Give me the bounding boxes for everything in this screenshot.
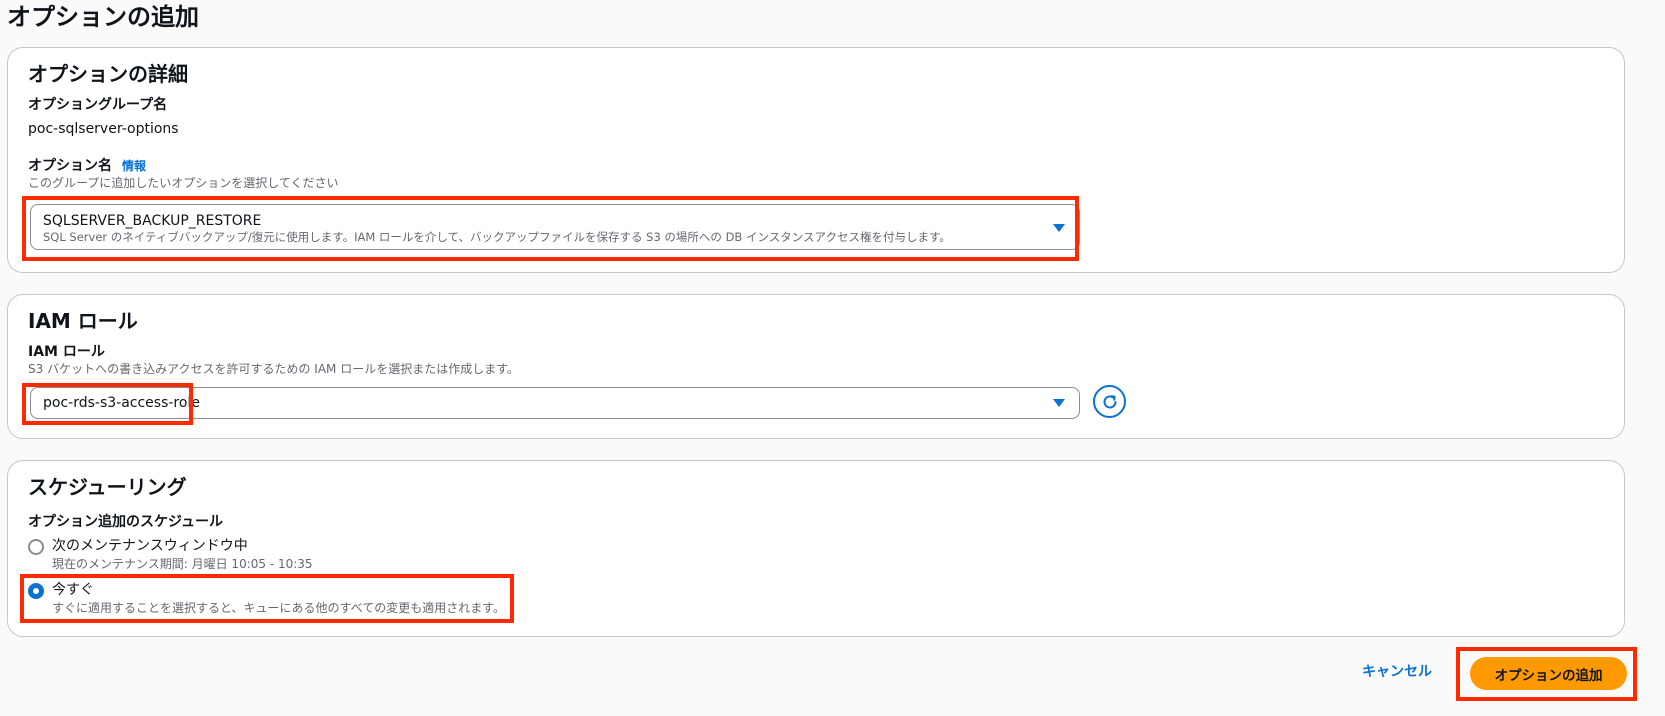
refresh-icon	[1103, 394, 1116, 408]
radio-next-maintenance-window[interactable]	[28, 539, 44, 555]
cancel-button[interactable]: キャンセル	[1362, 663, 1432, 681]
info-link[interactable]: 情報	[122, 159, 146, 173]
caret-down-icon	[1053, 224, 1065, 232]
iam-role-select[interactable]: poc-rds-s3-access-role	[30, 387, 1080, 419]
scheduling-heading: スケジューリング	[28, 475, 187, 499]
immediately-label[interactable]: 今すぐ	[52, 581, 94, 599]
immediately-description: すぐに適用することを選択すると、キューにある他のすべての変更も適用されます。	[52, 601, 506, 615]
schedule-label: オプション追加のスケジュール	[28, 514, 224, 530]
selected-iam-role: poc-rds-s3-access-role	[43, 395, 200, 411]
page-title: オプションの追加	[7, 3, 199, 31]
iam-role-heading: IAM ロール	[28, 309, 138, 333]
option-group-name-value: poc-sqlserver-options	[28, 121, 179, 137]
scheduling-panel: スケジューリング オプション追加のスケジュール 次のメンテナンスウィンドウ中 現…	[7, 460, 1625, 637]
selected-option-name: SQLSERVER_BACKUP_RESTORE	[43, 213, 262, 229]
iam-role-description: S3 バケットへの書き込みアクセスを許可するための IAM ロールを選択または作…	[28, 362, 520, 376]
option-details-panel: オプションの詳細 オプショングループ名 poc-sqlserver-option…	[7, 47, 1625, 273]
add-option-button[interactable]: オプションの追加	[1470, 657, 1627, 690]
option-name-label-row: オプション名 情報	[28, 157, 146, 175]
option-details-heading: オプションの詳細	[28, 62, 188, 86]
option-name-select[interactable]: SQLSERVER_BACKUP_RESTORE SQL Server のネイテ…	[30, 204, 1080, 250]
option-name-label: オプション名	[28, 158, 112, 174]
next-maintenance-window-description: 現在のメンテナンス期間: 月曜日 10:05 - 10:35	[52, 557, 313, 571]
radio-immediately[interactable]	[28, 583, 44, 599]
refresh-button[interactable]	[1093, 385, 1126, 418]
caret-down-icon	[1053, 399, 1065, 407]
option-name-description: このグループに追加したいオプションを選択してください	[28, 176, 339, 190]
iam-role-label: IAM ロール	[28, 344, 105, 360]
selected-option-description: SQL Server のネイティブバックアップ/復元に使用します。IAM ロール…	[43, 230, 951, 244]
iam-role-panel: IAM ロール IAM ロール S3 バケットへの書き込みアクセスを許可するため…	[7, 294, 1625, 439]
next-maintenance-window-label[interactable]: 次のメンテナンスウィンドウ中	[52, 537, 248, 555]
option-group-name-label: オプショングループ名	[28, 97, 168, 113]
